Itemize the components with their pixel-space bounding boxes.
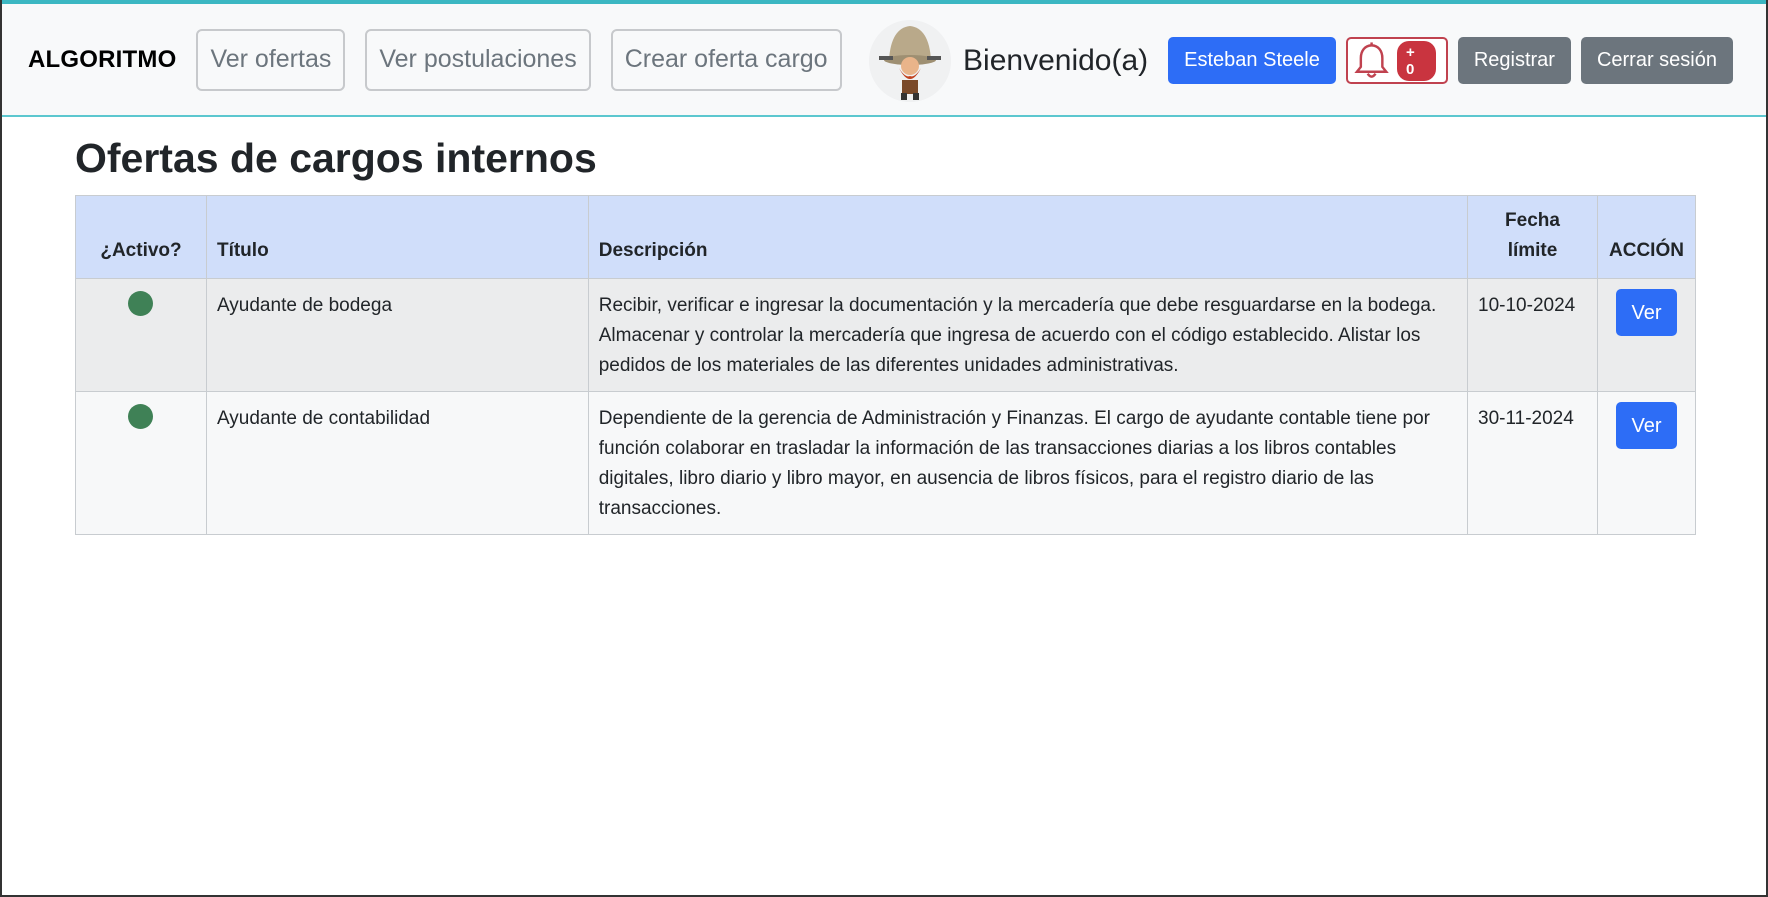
title-cell: Ayudante de bodega — [205, 278, 589, 392]
deadline-cell: 30-11-2024 — [1467, 391, 1598, 535]
header-description: Descripción — [587, 195, 1469, 279]
view-button[interactable]: Ver — [1615, 289, 1677, 336]
title-cell: Ayudante de contabilidad — [205, 391, 589, 535]
description-cell: Recibir, verificar e ingresar la documen… — [587, 278, 1469, 392]
header-title: Título — [205, 195, 589, 279]
navbar: ALGORITMO Ver ofertas Ver postulaciones … — [2, 4, 1766, 117]
status-dot-icon — [128, 291, 154, 316]
table-row: Ayudante de contabilidad Dependiente de … — [75, 391, 1697, 535]
welcome-text: Bienvenido(a) — [963, 43, 1149, 77]
table-row: Ayudante de bodega Recibir, verificar e … — [75, 278, 1697, 392]
status-cell — [75, 278, 207, 392]
header-active: ¿Activo? — [75, 195, 207, 279]
offers-table: ¿Activo? Título Descripción Fecha límite… — [75, 195, 1697, 535]
avatar-image — [869, 19, 952, 102]
page-title: Ofertas de cargos internos — [75, 135, 597, 181]
status-dot-icon — [128, 404, 154, 429]
bell-icon — [1354, 41, 1389, 78]
main-content: Ofertas de cargos internos ¿Activo? Títu… — [2, 117, 1766, 535]
nav-ver-postulaciones[interactable]: Ver postulaciones — [365, 28, 591, 91]
user-profile-button[interactable]: Esteban Steele — [1168, 37, 1336, 84]
notifications-button[interactable]: + 0 — [1345, 37, 1448, 84]
view-button[interactable]: Ver — [1615, 402, 1677, 449]
nav-crear-oferta-cargo[interactable]: Crear oferta cargo — [610, 28, 842, 91]
deadline-cell: 10-10-2024 — [1467, 278, 1598, 392]
action-cell: Ver — [1596, 278, 1697, 392]
status-cell — [75, 391, 207, 535]
description-cell: Dependiente de la gerencia de Administra… — [587, 391, 1469, 535]
header-action: ACCIÓN — [1596, 195, 1697, 279]
table-header-row: ¿Activo? Título Descripción Fecha límite… — [75, 195, 1697, 279]
action-cell: Ver — [1596, 391, 1697, 535]
brand-logo[interactable]: ALGORITMO — [28, 46, 176, 74]
register-button[interactable]: Registrar — [1457, 37, 1571, 84]
notification-count-badge: + 0 — [1397, 40, 1436, 81]
logout-button[interactable]: Cerrar sesión — [1580, 37, 1733, 84]
user-area: Bienvenido(a) Esteban Steele + 0 Registr… — [869, 4, 1733, 117]
header-deadline: Fecha límite — [1467, 195, 1598, 279]
nav-ver-ofertas[interactable]: Ver ofertas — [196, 28, 346, 91]
avatar — [869, 19, 952, 102]
